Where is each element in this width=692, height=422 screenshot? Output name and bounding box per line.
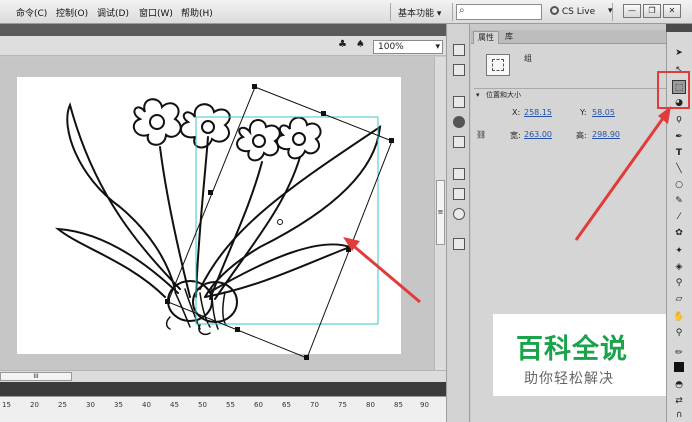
restore-button[interactable]: ❐	[643, 4, 661, 18]
width-label: 宽:	[510, 131, 521, 140]
annotation-arrow	[349, 241, 421, 304]
menu-separator	[452, 3, 453, 21]
chevron-down-icon[interactable]: ▾	[608, 6, 613, 16]
menu-separator	[390, 3, 391, 21]
ruler-tick: 40	[142, 401, 151, 409]
x-field[interactable]: 258.15	[524, 108, 552, 117]
stage-vertical-scrollbar[interactable]: ≡	[434, 57, 446, 370]
menu-debug[interactable]: 调试(D)	[97, 6, 129, 19]
ruler-tick: 25	[58, 401, 67, 409]
menu-window[interactable]: 窗口(W)	[139, 6, 173, 19]
ruler-tick: 65	[282, 401, 291, 409]
paint-bucket-tool-icon[interactable]: ◈	[672, 260, 686, 274]
horizontal-scroll-thumb[interactable]: III	[0, 372, 72, 381]
color-panel-icon[interactable]	[453, 64, 465, 76]
ruler-tick: 20	[30, 401, 39, 409]
tab-library[interactable]: 库	[501, 31, 517, 44]
flower-drawing	[54, 98, 382, 336]
align-icon[interactable]	[453, 96, 465, 108]
panel-tab-bar: 属性 库	[471, 30, 666, 44]
history-icon[interactable]	[453, 168, 465, 180]
group-symbol-icon	[486, 54, 510, 76]
workspace-label: 基本功能	[398, 9, 435, 19]
vertical-scroll-thumb[interactable]: ≡	[436, 180, 445, 245]
transform-icon[interactable]	[453, 136, 465, 148]
tool-annotation-arrow	[574, 106, 671, 241]
align-panel-icon[interactable]	[453, 44, 465, 56]
section-title: 位置和大小	[486, 91, 521, 99]
ruler-tick: 85	[394, 401, 403, 409]
swatches-icon[interactable]	[453, 208, 465, 220]
hand-tool-icon[interactable]: ✋	[672, 310, 686, 324]
collapsed-panel-dock	[446, 24, 470, 422]
menu-command[interactable]: 命令(C)	[16, 6, 47, 19]
fill-color-swatch[interactable]	[674, 362, 684, 372]
link-proportions-icon[interactable]: ⛓	[476, 130, 486, 139]
ruler-tick: 45	[170, 401, 179, 409]
info-icon[interactable]	[453, 116, 465, 128]
cs-live-label: CS Live	[561, 7, 596, 17]
ruler-tick: 90	[420, 401, 429, 409]
fill-bucket-icon[interactable]: ◓	[672, 378, 686, 392]
close-button[interactable]: ✕	[663, 4, 681, 18]
swap-colors-icon[interactable]: ⇄	[672, 394, 686, 408]
eyedropper-tool-icon[interactable]: ⚲	[672, 276, 686, 290]
width-field[interactable]: 263.00	[524, 130, 552, 139]
chevron-down-icon: ▾	[476, 91, 480, 99]
object-type-label: 组	[524, 54, 532, 63]
components-icon[interactable]	[453, 188, 465, 200]
chevron-down-icon: ▾	[435, 42, 440, 52]
selection-tool-icon[interactable]: ➤	[672, 46, 686, 60]
drawing-layer[interactable]	[0, 57, 446, 370]
transform-pivot	[277, 219, 283, 225]
cs-live-icon	[550, 6, 559, 15]
workspace-switcher[interactable]: 基本功能 ▾	[398, 6, 441, 19]
timeline-header	[0, 382, 446, 396]
edit-symbols-icon[interactable]: ♣	[338, 39, 350, 51]
document-tab-bar	[0, 24, 446, 36]
ruler-tick: 75	[338, 401, 347, 409]
ruler-tick: 60	[254, 401, 263, 409]
cs-live-button[interactable]: CS Live	[550, 6, 595, 17]
ruler-tick: 35	[114, 401, 123, 409]
stage-horizontal-scrollbar[interactable]: III	[0, 370, 446, 382]
position-size-section-header[interactable]: ▾ 位置和大小	[474, 88, 666, 100]
edit-scene-icon[interactable]: ♠	[356, 39, 368, 51]
eraser-tool-icon[interactable]: ▱	[672, 292, 686, 306]
zoom-tool-icon[interactable]: ⚲	[672, 326, 686, 340]
ruler-tick: 30	[86, 401, 95, 409]
search-icon: ⌕	[459, 5, 465, 16]
ruler-tick: 55	[226, 401, 235, 409]
chevron-down-icon: ▾	[436, 9, 442, 19]
zoom-select[interactable]: 100% ▾	[373, 40, 443, 54]
tab-properties[interactable]: 属性	[473, 31, 499, 44]
zoom-value: 100%	[378, 42, 404, 52]
watermark-subtitle: 助你轻松解决	[524, 371, 614, 387]
menu-control[interactable]: 控制(O)	[56, 6, 88, 19]
ruler-tick: 80	[366, 401, 375, 409]
stroke-color-icon[interactable]: ✏	[672, 346, 686, 360]
minimize-button[interactable]: —	[623, 4, 641, 18]
snap-to-objects-icon[interactable]: ∩	[672, 408, 686, 422]
timeline-frame-ruler[interactable]: 15 20 25 30 35 40 45 50 55 60 65 70 75 8…	[0, 396, 446, 422]
motion-presets-icon[interactable]	[453, 238, 465, 250]
ruler-tick: 70	[310, 401, 319, 409]
help-search-input[interactable]: ⌕	[456, 4, 542, 20]
watermark-title: 百科全说	[516, 334, 628, 365]
menu-help[interactable]: 帮助(H)	[181, 6, 213, 19]
ruler-tick: 15	[2, 401, 11, 409]
x-label: X:	[512, 108, 521, 117]
ruler-tick: 50	[198, 401, 207, 409]
tools-panel-header	[666, 24, 692, 32]
